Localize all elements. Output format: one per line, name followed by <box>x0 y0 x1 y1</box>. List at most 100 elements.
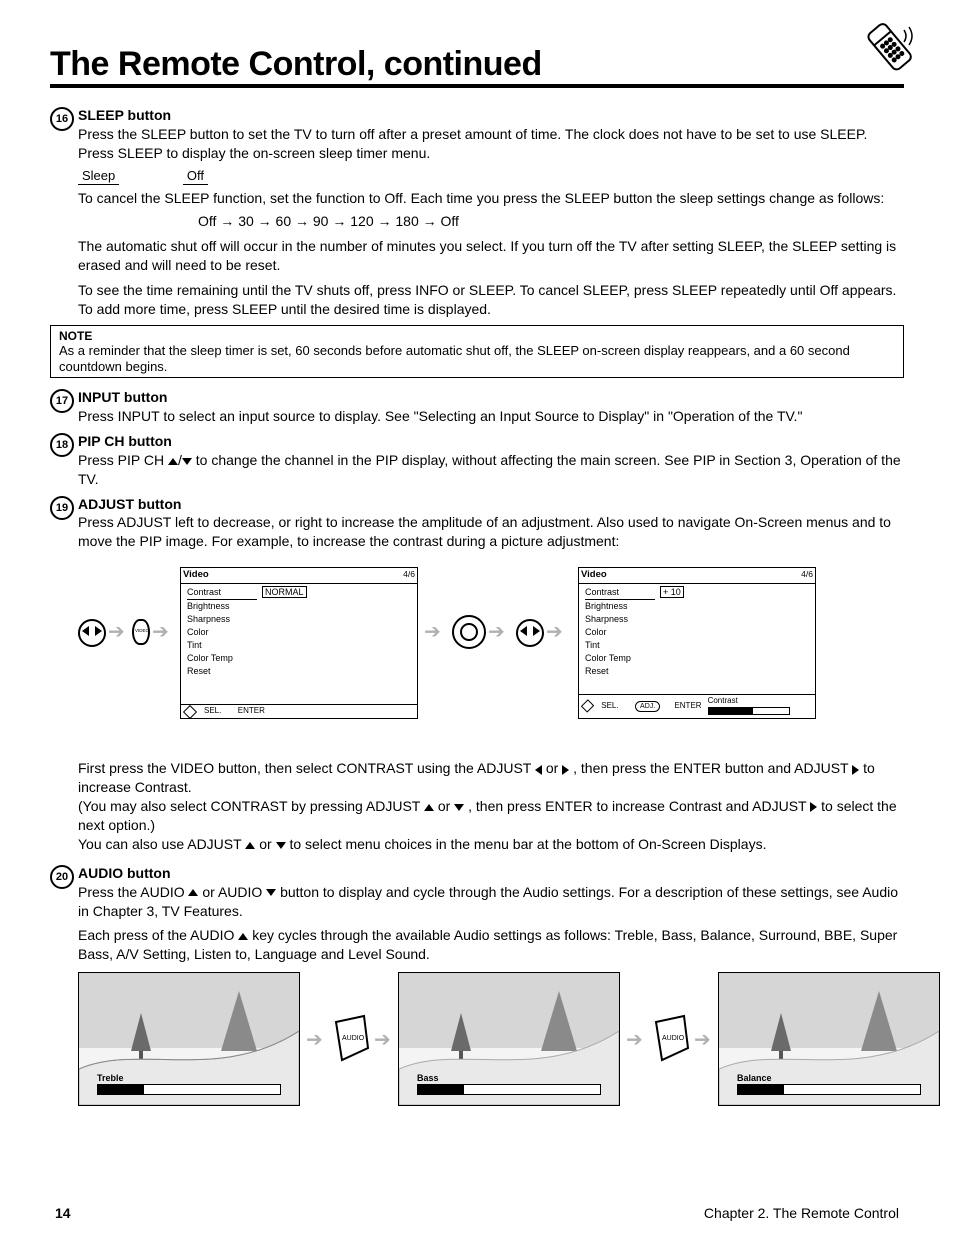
osd1-tint: Tint <box>187 639 411 652</box>
sleep-osd-label: Sleep <box>78 167 119 186</box>
flow-arrow-icon: ➔ <box>108 619 125 646</box>
osd2-title: Video <box>581 569 607 582</box>
osd2-color: Color <box>585 626 809 639</box>
osd1-contrast-label: Contrast <box>187 586 257 600</box>
sleep-para-b: The automatic shut off will occur in the… <box>78 237 904 275</box>
flow-arrow-icon: ➔ <box>152 619 169 646</box>
adjust-osd-diagram: ➔ VIDEO ➔ Video 4/6 Contrast NORMAL Brig… <box>78 559 904 759</box>
left-triangle-icon <box>535 765 542 775</box>
svg-text:AUDIO: AUDIO <box>662 1035 685 1042</box>
adjust-line-b: (You may also select CONTRAST by pressin… <box>78 797 904 835</box>
item-19: 19 ADJUST button Press ADJUST left to de… <box>50 495 904 854</box>
note-body: As a reminder that the sleep timer is se… <box>59 343 895 374</box>
step-number-17: 17 <box>50 389 74 413</box>
header-divider <box>50 84 904 88</box>
osd2-adj-pill: ADJ. <box>635 701 660 712</box>
osd1-foot-sel: SEL. <box>204 706 221 717</box>
sleep-sequence: Off → 30 → 60 → 90 → 120 → 180 → Off <box>198 212 904 231</box>
osd1-contrast-value: NORMAL <box>262 586 307 598</box>
pipch-body2: to change the channel in the PIP display… <box>78 452 901 487</box>
osd1-brightness: Brightness <box>187 600 411 613</box>
step-number-20: 20 <box>50 865 74 889</box>
item-16: 16 SLEEP button Press the SLEEP button t… <box>50 106 904 319</box>
down-triangle-icon <box>182 458 192 465</box>
flow-arrow-icon: ➔ <box>374 1027 391 1054</box>
up-triangle-icon <box>424 804 434 811</box>
sleep-osd-value: Off <box>183 167 208 186</box>
right-triangle-icon <box>852 765 859 775</box>
osd1-reset: Reset <box>187 665 411 678</box>
enter-button-icon <box>452 615 486 649</box>
osd1-sharpness: Sharpness <box>187 613 411 626</box>
adjust-line-a: First press the VIDEO button, then selec… <box>78 759 904 797</box>
photo1-label: Treble <box>97 1072 281 1084</box>
remote-control-icon <box>860 18 918 79</box>
diamond-icon <box>581 700 595 714</box>
sleep-intro: Press the SLEEP button to set the TV to … <box>78 126 867 161</box>
audio-photo-row: Treble ➔ AUDIO ➔ <box>78 972 904 1142</box>
flow-arrow-icon: ➔ <box>424 619 441 646</box>
osd-screen-2: Video 4/6 Contrast + 10 Brightness Sharp… <box>578 567 816 719</box>
photo-bass: Bass <box>398 972 620 1106</box>
osd-screen-1: Video 4/6 Contrast NORMAL Brightness Sha… <box>180 567 418 719</box>
input-body: Press INPUT to select an input source to… <box>78 408 802 424</box>
osd1-colortemp: Color Temp <box>187 652 411 665</box>
input-title: INPUT button <box>78 389 167 405</box>
osd2-foot-sel: SEL. <box>601 701 618 712</box>
flow-arrow-icon: ➔ <box>306 1027 323 1054</box>
audio-key-icon: AUDIO <box>648 1012 692 1064</box>
osd2-reset: Reset <box>585 665 809 678</box>
photo-balance: Balance <box>718 972 940 1106</box>
up-triangle-icon <box>188 889 198 896</box>
adjust-pad-right-icon <box>516 619 544 647</box>
footer-chapter: Chapter 2. The Remote Control <box>704 1204 899 1223</box>
audio-title: AUDIO button <box>78 865 171 881</box>
photo2-label: Bass <box>417 1072 601 1084</box>
page-number: 14 <box>55 1204 71 1223</box>
sleep-title: SLEEP button <box>78 107 171 123</box>
audio-body-mid: or AUDIO <box>202 884 262 900</box>
down-triangle-icon <box>454 804 464 811</box>
content-body: 16 SLEEP button Press the SLEEP button t… <box>50 106 904 1146</box>
up-triangle-icon <box>168 458 178 465</box>
right-triangle-icon <box>810 802 817 812</box>
sleep-para-c: To see the time remaining until the TV s… <box>78 281 904 319</box>
flow-arrow-icon: ➔ <box>694 1027 711 1054</box>
osd2-foot-enter: ENTER <box>674 701 701 712</box>
note-box: NOTE As a reminder that the sleep timer … <box>50 325 904 379</box>
step-number-18: 18 <box>50 433 74 457</box>
audio-example: Each press of the AUDIO key cycles throu… <box>78 926 904 964</box>
audio-key-icon: AUDIO <box>328 1012 372 1064</box>
osd1-title: Video <box>183 569 209 582</box>
step-number-19: 19 <box>50 496 74 520</box>
item-20: 20 AUDIO button Press the AUDIO or AUDIO… <box>50 864 904 1142</box>
sleep-para-a: To cancel the SLEEP function, set the fu… <box>78 189 904 208</box>
osd1-color: Color <box>187 626 411 639</box>
audio-body-pre: Press the AUDIO <box>78 884 185 900</box>
photo3-label: Balance <box>737 1072 921 1084</box>
osd2-brightness: Brightness <box>585 600 809 613</box>
diamond-icon <box>183 705 197 719</box>
adjust-pad-left-icon <box>78 619 106 647</box>
item-17: 17 INPUT button Press INPUT to select an… <box>50 388 904 426</box>
up-triangle-icon <box>238 933 248 940</box>
flow-arrow-icon: ➔ <box>626 1027 643 1054</box>
osd2-contrast-value: + 10 <box>660 586 684 598</box>
osd1-foot-enter: ENTER <box>238 706 265 717</box>
pipch-title: PIP CH button <box>78 433 172 449</box>
osd2-colortemp: Color Temp <box>585 652 809 665</box>
osd2-tint: Tint <box>585 639 809 652</box>
up-triangle-icon <box>245 842 255 849</box>
step-number-16: 16 <box>50 107 74 131</box>
down-triangle-icon <box>266 889 276 896</box>
osd2-contrast-label: Contrast <box>585 586 655 600</box>
audio-body-post: button to display and cycle through the … <box>78 884 898 919</box>
adjust-title: ADJUST button <box>78 496 181 512</box>
photo-treble: Treble <box>78 972 300 1106</box>
note-heading: NOTE <box>59 329 895 343</box>
flow-arrow-icon: ➔ <box>546 619 563 646</box>
page-footer: 14 Chapter 2. The Remote Control <box>0 1204 954 1223</box>
svg-text:AUDIO: AUDIO <box>342 1035 365 1042</box>
flow-arrow-icon: ➔ <box>488 619 505 646</box>
osd2-foot-bar: Contrast <box>708 696 811 718</box>
